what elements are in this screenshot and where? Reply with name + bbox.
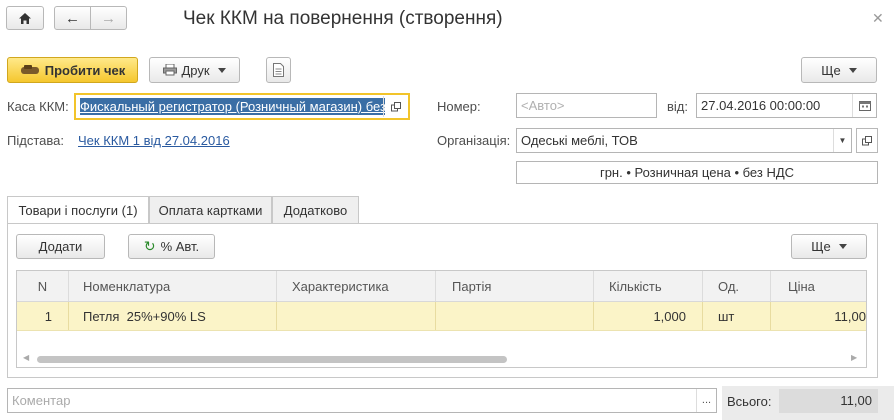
print-label: Друк (181, 62, 210, 78)
more-dots-icon[interactable]: ... (696, 389, 716, 412)
cash-register-value: Фискальный регистратор (Розничный магази… (80, 98, 385, 115)
arrow-left-icon: ← (65, 9, 80, 27)
organization-field[interactable]: Одеські меблі, ТОВ ▼ (516, 128, 852, 153)
total-value: 11,00 (779, 389, 878, 413)
refresh-icon: ↻ (143, 238, 156, 254)
tab-goods-label: Товари і послуги (1) (18, 203, 138, 218)
column-header-batch[interactable]: Партія (436, 271, 594, 301)
window-title: Чек ККМ на повернення (створення) (183, 8, 503, 29)
auto-percent-button[interactable]: ↻ % Авт. (128, 234, 215, 259)
scroll-left-icon[interactable]: ◀ (23, 353, 29, 362)
comment-input[interactable]: Коментар ... (7, 388, 717, 413)
price-info-link[interactable]: грн. • Розничная цена • без НДС (516, 161, 878, 184)
table-more-label: Ще (811, 239, 831, 254)
column-header-price[interactable]: Ціна (771, 271, 866, 301)
tab-card-payment-label: Оплата картками (158, 202, 263, 218)
number-field[interactable]: <Авто> (516, 93, 657, 118)
home-button[interactable] (6, 6, 44, 30)
price-info-text: грн. • Розничная цена • без НДС (599, 165, 795, 180)
scrollbar-thumb[interactable] (37, 356, 507, 363)
open-icon[interactable] (383, 96, 407, 117)
document-structure-button[interactable] (266, 57, 291, 83)
print-button[interactable]: Друк (149, 57, 240, 83)
column-header-item[interactable]: Номенклатура (69, 271, 277, 301)
home-icon (19, 12, 31, 24)
cell-unit: шт (703, 302, 771, 330)
chevron-down-icon (848, 67, 857, 73)
chevron-down-icon (217, 67, 226, 73)
date-field[interactable]: 27.04.2016 00:00:00 (696, 93, 877, 118)
column-header-n[interactable]: N (17, 271, 69, 301)
scroll-right-icon[interactable]: ▶ (851, 353, 857, 362)
number-placeholder: <Авто> (521, 98, 565, 113)
add-label: Додати (38, 239, 83, 254)
printer-icon (163, 64, 178, 76)
number-label: Номер: (437, 99, 481, 114)
horizontal-scrollbar[interactable]: ◀ ▶ (17, 351, 866, 367)
document-icon (273, 63, 284, 77)
cell-characteristic (277, 302, 436, 330)
column-header-unit[interactable]: Од. (703, 271, 771, 301)
dropdown-arrow-icon[interactable]: ▼ (833, 129, 851, 152)
open-icon (862, 135, 872, 145)
cell-n: 1 (17, 302, 69, 330)
auto-percent-label: % Авт. (160, 239, 200, 254)
cell-batch (436, 302, 594, 330)
cash-register-field[interactable]: Фискальный регистратор (Розничный магази… (74, 93, 410, 120)
comment-placeholder: Коментар (12, 393, 71, 408)
cell-price: 11,00 (834, 308, 866, 324)
more-button[interactable]: Ще (801, 57, 877, 83)
more-label: Ще (821, 62, 841, 78)
goods-table: N Номенклатура Характеристика Партія Кіл… (16, 270, 867, 368)
date-label: від: (667, 99, 688, 114)
cell-quantity: 1,000 (594, 302, 703, 330)
organization-label: Організація: (437, 133, 511, 148)
table-header: N Номенклатура Характеристика Партія Кіл… (17, 271, 866, 302)
post-receipt-label: Пробити чек (44, 62, 126, 78)
total-label: Всього: (727, 394, 772, 409)
add-button[interactable]: Додати (16, 234, 105, 259)
table-row[interactable]: 1 Петля 25%+90% LS 1,000 шт 11,00 (17, 302, 866, 331)
receipt-post-icon (20, 65, 39, 74)
organization-value: Одеські меблі, ТОВ (521, 133, 638, 148)
calendar-icon[interactable] (852, 94, 876, 117)
post-receipt-button[interactable]: Пробити чек (7, 57, 138, 83)
cash-register-label: Каса ККМ: (7, 99, 69, 114)
organization-open-button[interactable] (856, 128, 878, 153)
arrow-right-icon: → (101, 9, 116, 27)
tab-goods[interactable]: Товари і послуги (1) (7, 196, 149, 224)
forward-button[interactable]: → (90, 6, 127, 30)
tab-additional[interactable]: Додатково (272, 196, 359, 223)
basis-label: Підстава: (7, 133, 64, 148)
column-header-quantity[interactable]: Кількість (594, 271, 703, 301)
basis-link[interactable]: Чек ККМ 1 від 27.04.2016 (78, 133, 230, 148)
tab-card-payment[interactable]: Оплата картками (149, 196, 272, 223)
close-icon[interactable]: ✕ (872, 10, 884, 27)
chevron-down-icon (838, 244, 847, 249)
tab-additional-label: Додатково (283, 202, 348, 218)
table-more-button[interactable]: Ще (791, 234, 867, 259)
column-header-characteristic[interactable]: Характеристика (277, 271, 436, 301)
cell-item: Петля 25%+90% LS (69, 302, 277, 330)
back-button[interactable]: ← (54, 6, 91, 30)
date-value: 27.04.2016 00:00:00 (701, 98, 821, 113)
